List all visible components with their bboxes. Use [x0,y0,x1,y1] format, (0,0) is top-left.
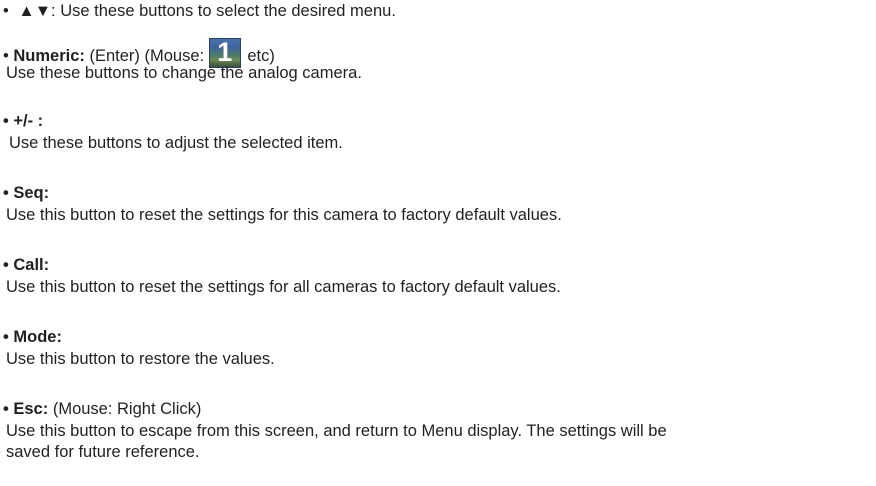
document-page: • ▲▼: Use these buttons to select the de… [0,0,876,486]
bullet: • [3,2,9,20]
call-description: Use this button to reset the settings fo… [6,278,561,296]
esc-item-heading: • Esc: (Mouse: Right Click) [3,399,201,419]
bullet: • [3,112,9,130]
seq-label: Seq: [13,184,50,202]
call-item-heading: • Call: [3,255,49,275]
up-down-arrows-icon: ▲▼ [18,2,52,20]
plus-minus-item-heading: • +/- : [3,111,43,131]
bullet: • [3,400,9,418]
esc-description-continued: saved for future reference. [6,443,200,461]
numeric-description: Use these buttons to change the analog c… [6,64,362,82]
bullet: • [3,328,9,346]
mode-label: Mode: [13,328,62,346]
plus-minus-description: Use these buttons to adjust the selected… [9,134,343,152]
arrows-item: • ▲▼: Use these buttons to select the de… [3,1,396,21]
call-label: Call: [13,256,50,274]
plus-minus-label: +/- : [13,112,44,130]
mode-item-heading: • Mode: [3,327,62,347]
seq-item-heading: • Seq: [3,183,49,203]
mode-description: Use this button to restore the values. [6,350,275,368]
bullet: • [3,256,9,274]
seq-description: Use this button to reset the settings fo… [6,206,562,224]
arrows-description: : Use these buttons to select the desire… [51,2,396,20]
esc-description: Use this button to escape from this scre… [6,422,667,440]
esc-label: Esc: [13,400,49,418]
bullet: • [3,184,9,202]
esc-extra: (Mouse: Right Click) [52,400,202,418]
